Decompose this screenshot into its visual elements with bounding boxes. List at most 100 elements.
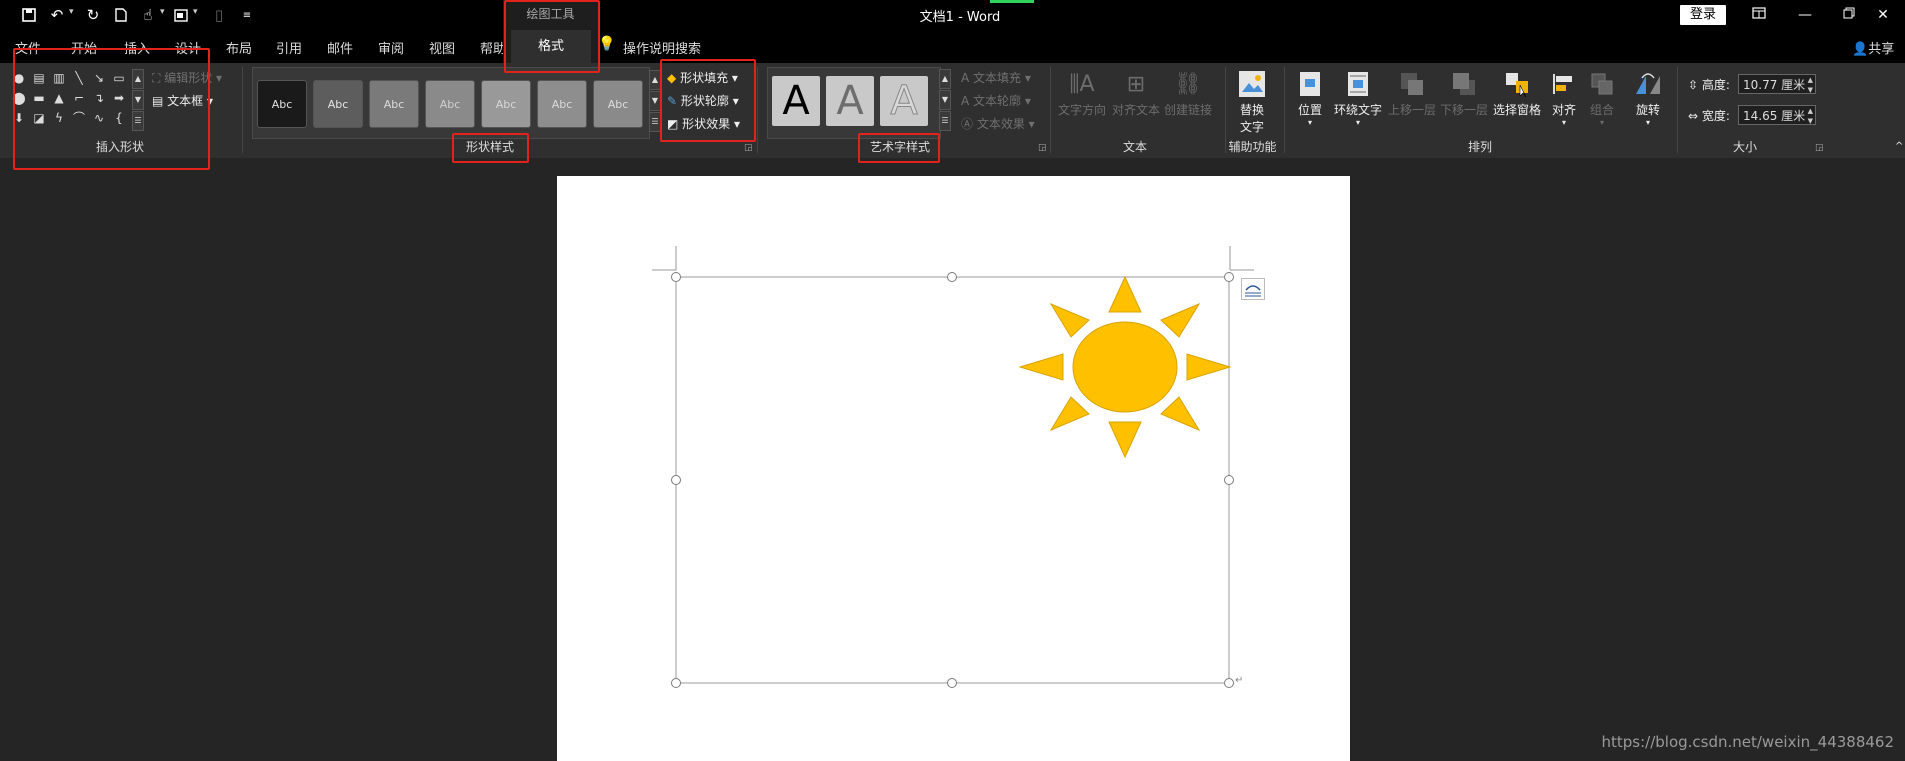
wordart-gallery[interactable]: A A A [767,67,941,139]
login-button[interactable]: 登录 [1680,5,1726,25]
shape-flowchart-icon[interactable]: ◪ [32,111,46,125]
shape-style-preset[interactable]: Abc [537,80,587,128]
tab-file[interactable]: 文件 [15,38,41,57]
touch-mode-icon[interactable]: ☝ [137,5,159,25]
shape-style-preset[interactable]: Abc [257,80,307,128]
tab-mailings[interactable]: 邮件 [327,38,353,57]
shape-down-arrow-icon[interactable]: ⬇ [12,111,26,125]
wordart-style-black[interactable]: A [772,76,820,126]
wrap-text-button[interactable]: 环绕文字 ▾ [1332,67,1384,127]
wordart-style-gray[interactable]: A [826,76,874,126]
sun-body [1072,321,1178,413]
resize-handle-top [947,272,957,282]
tab-review[interactable]: 审阅 [378,38,404,57]
shape-textbox-icon[interactable]: ▤ [32,71,46,85]
layout-options-button[interactable] [1241,278,1265,300]
shape-elbow-connector-icon[interactable]: ⌐ [72,91,86,105]
ribbon-display-options-icon[interactable] [1737,2,1781,28]
tab-format[interactable]: 格式 [511,30,591,63]
shapes-gallery[interactable]: ● ▤ ▥ ╲ ↘ ▭ ⬤ ▬ ▲ ⌐ ↴ ➡ ⬇ ◪ ϟ ⌒ ∿ { ▲ ▼ … [10,67,144,137]
shape-effects-button[interactable]: ◩ 形状效果 ▾ [667,115,740,132]
tab-references[interactable]: 引用 [276,38,302,57]
shape-arrow-line-icon[interactable]: ↘ [92,71,106,85]
wordart-up-icon[interactable]: ▲ [939,69,951,89]
sun-ray-top [1108,275,1142,313]
wordart-more-icon[interactable]: ☰ [939,111,951,131]
shape-styles-gallery[interactable]: Abc Abc Abc Abc Abc Abc Abc ▲ ▼ ☰ [252,67,661,139]
position-button[interactable]: 位置 ▾ [1290,67,1330,127]
styles-down-icon[interactable]: ▼ [649,91,661,111]
size-launcher-icon[interactable]: ◲ [1815,143,1824,153]
wordart-style-outline[interactable]: A [880,76,928,126]
wordart-gallery-scroll[interactable]: ▲ ▼ ☰ [939,69,951,132]
new-doc-icon[interactable] [110,5,132,25]
shape-triangle-icon[interactable]: ▲ [52,91,66,105]
width-value: 14.65 厘米 [1743,109,1806,123]
tab-design[interactable]: 设计 [175,38,201,57]
shape-elbow-arrow-icon[interactable]: ↴ [92,91,106,105]
shape-arc-icon[interactable]: ⌒ [72,111,86,125]
share-button[interactable]: 👤共享 [1852,38,1894,57]
shape-style-preset[interactable]: Abc [313,80,363,128]
height-spinner[interactable]: 10.77 厘米 ▲ ▼ [1738,74,1816,94]
document-page[interactable]: ↵ [557,176,1350,761]
collapse-ribbon-icon[interactable]: ^ [1895,141,1903,152]
shape-lightning-icon[interactable]: ϟ [52,111,66,125]
wordart-launcher-icon[interactable]: ◲ [1038,143,1047,153]
shape-rectangle-icon[interactable]: ▭ [112,71,126,85]
shape-outline-button[interactable]: ✎ 形状轮廓 ▾ [667,92,739,109]
width-spinner-arrows-icon[interactable]: ▲ ▼ [1808,106,1813,126]
shape-line-icon[interactable]: ╲ [72,71,86,85]
shape-style-preset[interactable]: Abc [369,80,419,128]
gallery-more-icon[interactable]: ☰ [132,111,144,131]
styles-gallery-scroll[interactable]: ▲ ▼ ☰ [649,70,661,133]
text-fill-label: 文本填充 [973,71,1022,85]
text-direction-icon: ⫼A [1069,71,1095,97]
save-icon[interactable] [18,5,40,25]
shape-fill-button[interactable]: ◆ 形状填充 ▾ [667,69,738,86]
print-layout-icon[interactable] [170,5,192,25]
tab-home[interactable]: 开始 [71,38,97,57]
shape-oval-icon[interactable]: ● [12,71,26,85]
wordart-down-icon[interactable]: ▼ [939,90,951,110]
tab-layout[interactable]: 布局 [226,38,252,57]
shape-style-preset[interactable]: Abc [593,80,643,128]
shape-vertical-textbox-icon[interactable]: ▥ [52,71,66,85]
print-layout-dropdown-icon[interactable]: ▾ [193,7,198,17]
sun-ray-right [1186,353,1232,381]
tab-insert[interactable]: 插入 [124,38,150,57]
styles-more-icon[interactable]: ☰ [649,112,661,132]
tell-me-search[interactable]: 操作说明搜索 [623,38,701,57]
shape-curve-icon[interactable]: ∿ [92,111,106,125]
shape-brace-icon[interactable]: { [112,111,126,125]
shape-styles-launcher-icon[interactable]: ◲ [744,143,753,153]
styles-up-icon[interactable]: ▲ [649,70,661,90]
gallery-down-icon[interactable]: ▼ [132,90,144,110]
redo-icon[interactable]: ↻ [82,5,104,25]
undo-dropdown-icon[interactable]: ▾ [69,7,74,17]
minimize-icon[interactable]: — [1783,2,1827,28]
close-icon[interactable]: ✕ [1861,2,1905,28]
shape-rounded-rect-icon[interactable]: ▬ [32,91,46,105]
height-icon: ⇳ [1688,78,1702,92]
alt-text-button[interactable]: 替换 文字 [1232,67,1272,135]
customize-quick-access-icon[interactable]: ≡ [236,5,258,25]
rotate-button[interactable]: 旋转 ▾ [1628,67,1668,127]
text-box-button[interactable]: ▤ 文本框 ▾ [152,92,213,109]
touch-mode-dropdown-icon[interactable]: ▾ [160,7,165,17]
shape-circle-icon[interactable]: ⬤ [12,91,26,105]
selection-pane-button[interactable]: 选择窗格 [1490,67,1544,118]
align-text-button: ⊞ 对齐文本 [1110,67,1162,118]
shape-style-preset[interactable]: Abc [481,80,531,128]
shape-style-preset[interactable]: Abc [425,80,475,128]
align-button[interactable]: 对齐 ▾ [1546,67,1582,127]
shape-fill-label: 形状填充 [680,71,729,85]
tab-view[interactable]: 视图 [429,38,455,57]
width-spinner[interactable]: 14.65 厘米 ▲ ▼ [1738,105,1816,125]
shapes-gallery-scroll[interactable]: ▲ ▼ ☰ [132,69,144,132]
shape-right-arrow-icon[interactable]: ➡ [112,91,126,105]
height-spinner-arrows-icon[interactable]: ▲ ▼ [1808,75,1813,95]
link-icon: ⛓ [1174,71,1202,97]
undo-icon[interactable]: ↶ [46,5,68,25]
gallery-up-icon[interactable]: ▲ [132,69,144,89]
